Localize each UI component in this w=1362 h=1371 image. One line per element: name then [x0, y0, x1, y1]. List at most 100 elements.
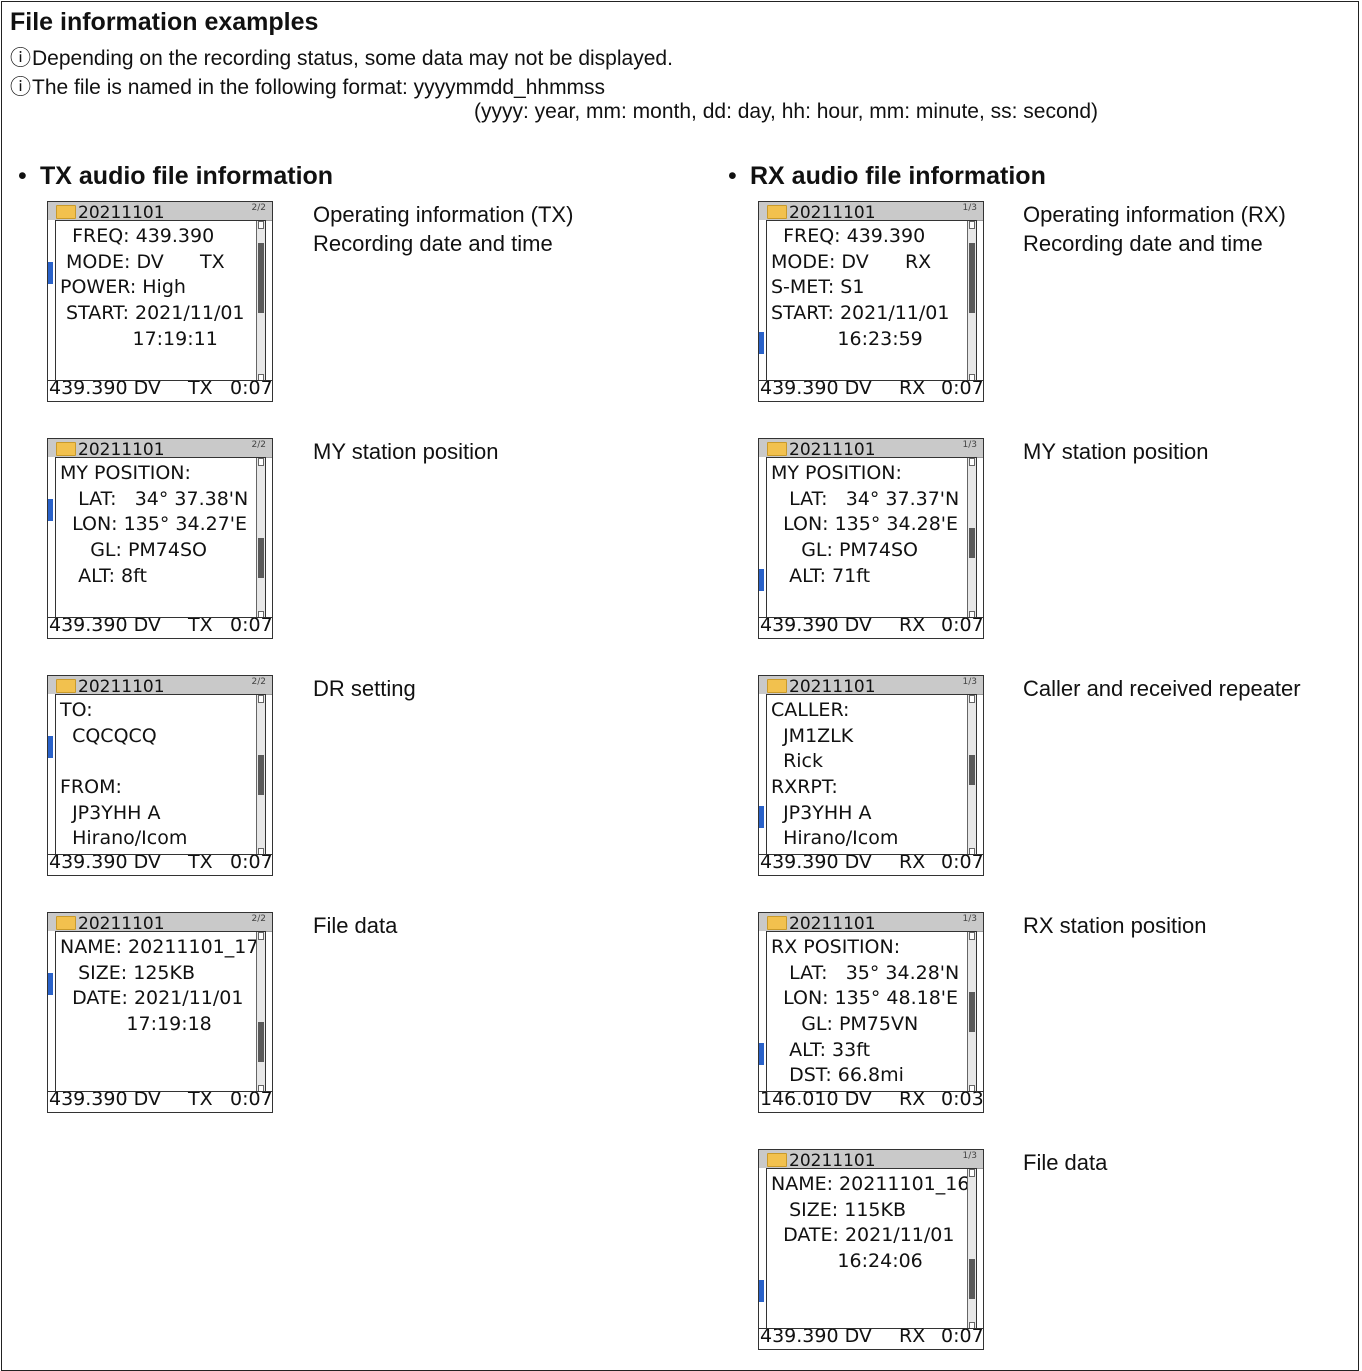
status-duration: 0:07 [230, 617, 272, 636]
info-line: S-MET: S1 [771, 276, 865, 299]
info-line: CALLER: [771, 699, 850, 721]
popup-scrollbar[interactable] [967, 932, 976, 1093]
info-line: NAME: 20211101_16 [771, 1173, 970, 1195]
popup-scrollbar[interactable] [256, 221, 265, 382]
scroll-thumb[interactable] [969, 992, 975, 1032]
scroll-thumb[interactable] [969, 528, 975, 558]
info-line: RX POSITION: [771, 936, 901, 958]
list-strip [48, 457, 55, 617]
popup-scrollbar[interactable] [967, 221, 976, 382]
info-popup: RX POSITION: LAT: 35° 34.28'N LON: 135° … [766, 931, 977, 1094]
scroll-thumb[interactable] [969, 755, 975, 785]
popup-scrollbar[interactable] [967, 695, 976, 856]
page-indicator: 2/2 [251, 677, 266, 687]
scroll-up-icon[interactable] [258, 221, 264, 229]
tx-section-heading: • TX audio file information [18, 162, 334, 190]
status-frequency: 439.390 DV [49, 854, 161, 873]
info-line: GL: PM74SO [60, 539, 207, 562]
status-duration: 0:07 [230, 1091, 272, 1110]
popup-scrollbar[interactable] [256, 932, 265, 1093]
lcd-status-bar: 439.390 DV TX 0:07 [48, 617, 272, 638]
info-line: Rick [771, 750, 824, 773]
scroll-up-icon[interactable] [258, 458, 264, 466]
bullet-icon: • [728, 162, 737, 190]
lcd-status-bar: 439.390 DV RX 0:07 [759, 1328, 983, 1349]
info-line: GL: PM75VN [771, 1013, 919, 1036]
description-line: DR setting [313, 676, 416, 701]
scroll-up-icon[interactable] [969, 695, 975, 703]
popup-scrollbar[interactable] [967, 458, 976, 619]
info-line: JP3YHH A [771, 801, 872, 824]
scroll-up-icon[interactable] [258, 695, 264, 703]
scroll-up-icon[interactable] [969, 458, 975, 466]
popup-scrollbar[interactable] [256, 695, 265, 856]
info-line [60, 749, 187, 775]
info-line: POWER: High [60, 276, 186, 299]
status-frequency: 439.390 DV [760, 617, 872, 636]
list-strip [759, 694, 766, 854]
info-lines: CALLER: JM1ZLK Rick RXRPT: JP3YHH A Hiran… [771, 698, 898, 852]
page-indicator: 2/2 [251, 914, 266, 924]
folder-icon [56, 205, 76, 219]
info-line: DATE: 2021/11/01 [60, 987, 244, 1010]
info-line: LAT: 34° 37.37'N [771, 487, 960, 510]
scroll-thumb[interactable] [969, 1259, 975, 1299]
scroll-up-icon[interactable] [969, 1169, 975, 1177]
selection-marker [759, 332, 764, 354]
description-line: MY station position [1023, 439, 1209, 464]
info-popup: FREQ: 439.390 MODE: DV TX POWER: High STA… [55, 220, 266, 383]
info-line: TO: [60, 699, 93, 721]
info-line: ALT: 71ft [771, 564, 871, 587]
scroll-thumb[interactable] [258, 755, 264, 795]
scroll-thumb[interactable] [969, 243, 975, 313]
scroll-thumb[interactable] [258, 243, 264, 313]
info-lines: RX POSITION: LAT: 35° 34.28'N LON: 135° … [771, 935, 959, 1089]
status-frequency: 439.390 DV [760, 380, 872, 399]
status-frequency: 146.010 DV [760, 1091, 872, 1110]
scroll-up-icon[interactable] [258, 932, 264, 940]
info-lines: NAME: 20211101_16 SIZE: 115KB DATE: 2021… [771, 1172, 969, 1275]
info-line: CQCQCQ [60, 724, 157, 747]
selection-marker [759, 569, 764, 591]
status-frequency: 439.390 DV [760, 854, 872, 873]
description-line: Caller and received repeater [1023, 676, 1301, 701]
scroll-thumb[interactable] [258, 538, 264, 578]
scroll-up-icon[interactable] [969, 221, 975, 229]
scroll-up-icon[interactable] [969, 932, 975, 940]
status-frequency: 439.390 DV [49, 1091, 161, 1110]
page-title: File information examples [10, 8, 319, 36]
info-line: FREQ: 439.390 [60, 225, 215, 247]
folder-icon [56, 679, 76, 693]
popup-scrollbar[interactable] [256, 458, 265, 619]
lcd-header: 20211101 2/2 [48, 676, 272, 697]
info-line: LON: 135° 34.27'E [60, 513, 248, 536]
lcd-status-bar: 439.390 DV RX 0:07 [759, 380, 983, 401]
rx3-lcd-screen: 20211101 1/3 CALLER: JM1ZLK Rick RXRPT: J… [758, 675, 984, 876]
info-icon: ⓘ [10, 47, 31, 70]
rx1-description: Operating information (RX) Recording date… [1023, 200, 1286, 258]
rx4-description: RX station position [1023, 911, 1206, 940]
rx5-lcd-screen: 20211101 1/3 NAME: 20211101_16 SIZE: 115… [758, 1149, 984, 1350]
info-line: MY POSITION: [60, 462, 191, 484]
bullet-icon: • [18, 162, 27, 190]
tx3-lcd-screen: 20211101 2/2 TO: CQCQCQ FROM: JP3YHH A Hi… [47, 675, 273, 876]
lcd-header: 20211101 2/2 [48, 439, 272, 460]
info-line: MODE: DV RX [771, 250, 932, 273]
folder-icon [767, 679, 787, 693]
info-popup: CALLER: JM1ZLK Rick RXRPT: JP3YHH A Hiran… [766, 694, 977, 857]
note-format-legend: (yyyy: year, mm: month, dd: day, hh: hou… [474, 100, 1099, 123]
list-strip [759, 1168, 766, 1328]
list-strip [48, 220, 55, 380]
rx2-lcd-screen: 20211101 1/3 MY POSITION: LAT: 34° 37.37… [758, 438, 984, 639]
page-indicator: 1/3 [962, 1151, 977, 1161]
info-line: ALT: 33ft [771, 1038, 871, 1061]
popup-scrollbar[interactable] [967, 1169, 976, 1330]
lcd-header: 20211101 1/3 [759, 913, 983, 934]
scroll-thumb[interactable] [258, 1022, 264, 1062]
description-line: File data [313, 913, 398, 938]
status-frequency: 439.390 DV [760, 1328, 872, 1347]
info-line: 17:19:18 [60, 1013, 212, 1036]
status-duration: 0:07 [941, 617, 983, 636]
lcd-header: 20211101 2/2 [48, 913, 272, 934]
status-direction: TX [188, 854, 213, 873]
